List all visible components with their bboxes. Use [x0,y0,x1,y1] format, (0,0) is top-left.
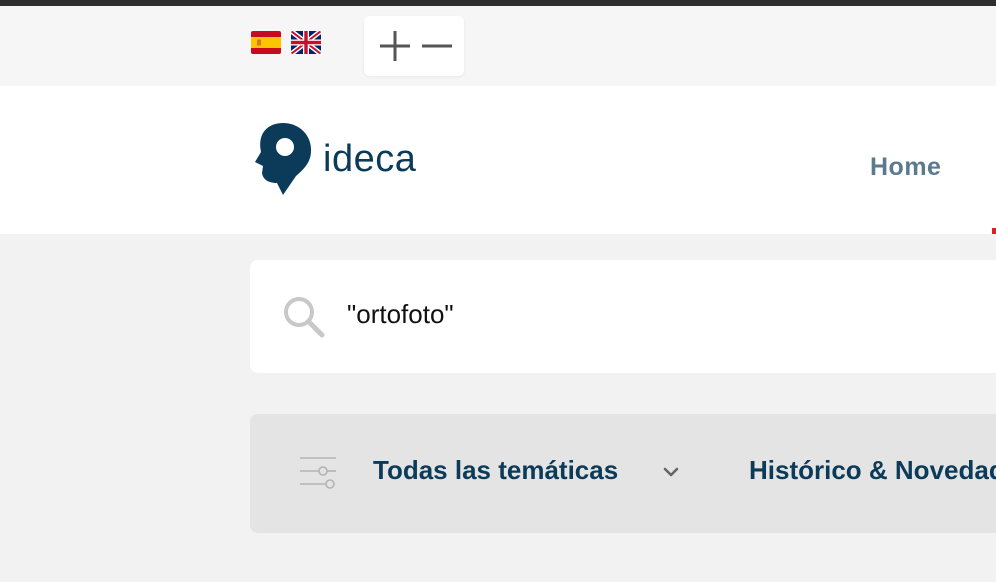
ideca-logo-icon[interactable] [252,121,314,197]
active-nav-indicator [992,228,996,234]
zoom-in-button[interactable] [374,16,416,76]
nav-home-link[interactable]: Home [870,153,941,182]
search-input[interactable] [347,294,947,334]
minus-icon [422,44,452,48]
historico-novedades-filter[interactable]: Histórico & Novedades [749,455,996,486]
search-icon[interactable] [282,295,326,339]
logo-text[interactable]: ideca [323,137,416,181]
chevron-down-icon[interactable] [663,466,679,478]
english-language-flag[interactable] [291,31,321,54]
sliders-icon[interactable] [298,453,338,491]
utility-bar [0,6,996,86]
zoom-controls [364,16,464,76]
zoom-out-button[interactable] [416,16,458,76]
spanish-language-flag[interactable] [251,31,281,54]
tematicas-dropdown[interactable]: Todas las temáticas [373,455,618,486]
plus-icon [380,31,410,61]
site-header [0,86,996,234]
